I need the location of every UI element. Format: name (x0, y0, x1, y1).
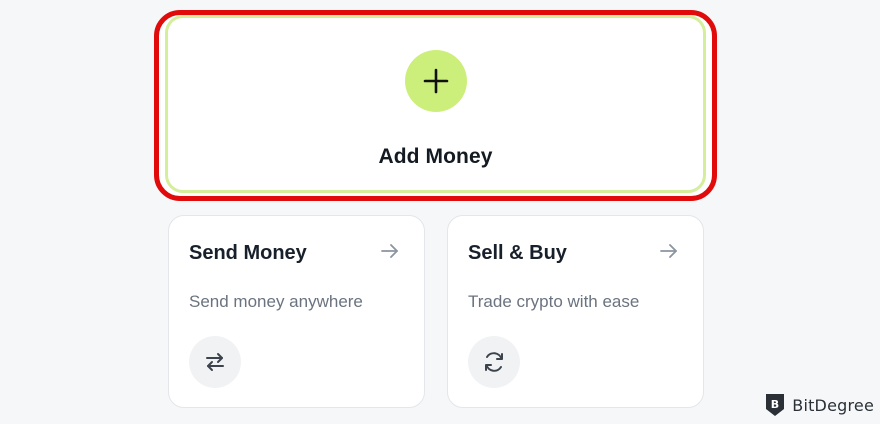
watermark-text: BitDegree (792, 395, 874, 415)
sell-buy-card[interactable]: Sell & Buy Trade crypto with ease (447, 215, 704, 408)
refresh-icon (468, 336, 520, 388)
sell-buy-title: Sell & Buy (468, 242, 567, 264)
add-money-label: Add Money (378, 145, 493, 168)
add-money-button[interactable]: Add Money (165, 15, 706, 193)
bitdegree-shield-logo: B (766, 394, 785, 416)
arrow-right-icon (660, 244, 677, 258)
plus-icon (404, 50, 467, 112)
bitdegree-watermark: B BitDegree (764, 392, 874, 418)
arrow-right-icon (381, 244, 398, 258)
send-money-title: Send Money (189, 242, 307, 264)
swap-arrows-icon (189, 336, 241, 388)
svg-text:B: B (771, 398, 779, 411)
send-money-subtitle: Send money anywhere (189, 292, 363, 311)
sell-buy-subtitle: Trade crypto with ease (468, 292, 640, 311)
send-money-card[interactable]: Send Money Send money anywhere (168, 215, 425, 408)
